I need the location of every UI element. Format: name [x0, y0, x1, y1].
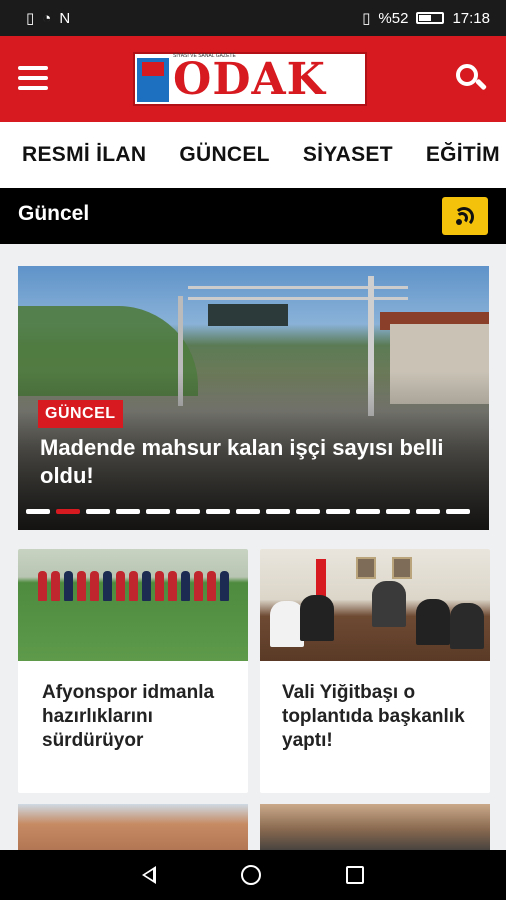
slider-dot[interactable]	[56, 509, 80, 514]
category-nav: RESMİ İLAN GÜNCEL SİYASET EĞİTİM	[0, 122, 506, 188]
slider-dot[interactable]	[326, 509, 350, 514]
hero-title[interactable]: Madende mahsur kalan işçi sayısı belli o…	[40, 434, 460, 490]
recents-square-icon[interactable]	[345, 866, 364, 884]
hero-slider[interactable]: GÜNCEL Madende mahsur kalan işçi sayısı …	[18, 266, 489, 530]
flag-emblem-icon	[137, 58, 169, 102]
sim-card-icon: ▯	[26, 10, 35, 27]
nfc-icon: N	[59, 9, 71, 27]
news-card-image[interactable]	[18, 804, 248, 854]
news-card-title[interactable]: Vali Yiğitbaşı o toplantıda başkanlık ya…	[282, 681, 472, 753]
news-card[interactable]: Vali Yiğitbaşı o toplantıda başkanlık ya…	[260, 549, 490, 793]
logo-text: ODAK	[173, 54, 326, 105]
slider-dot[interactable]	[386, 509, 410, 514]
slider-dot[interactable]	[176, 509, 200, 514]
vibrate-icon: ▯	[362, 10, 371, 27]
odak-logo[interactable]: SİYASİ VE SANAL GAZETE ODAK	[133, 52, 367, 106]
status-left-icons: ▯ ◔ N	[26, 9, 71, 28]
slider-dot[interactable]	[206, 509, 230, 514]
slider-dot[interactable]	[236, 509, 260, 514]
home-circle-icon[interactable]	[240, 865, 261, 885]
clock: 17:18	[452, 9, 490, 27]
category-resmi-ilan[interactable]: RESMİ İLAN	[22, 143, 146, 167]
news-card-title[interactable]: Afyonspor idmanla hazırlıklarını sürdürü…	[42, 681, 232, 753]
slider-dot[interactable]	[416, 509, 440, 514]
system-nav-bar	[0, 850, 506, 900]
news-card[interactable]: Afyonspor idmanla hazırlıklarını sürdürü…	[18, 549, 248, 793]
slider-dot[interactable]	[26, 509, 50, 514]
slider-dot[interactable]	[296, 509, 320, 514]
back-triangle-icon[interactable]	[142, 866, 157, 884]
news-card-image	[18, 549, 248, 661]
hero-category-badge[interactable]: GÜNCEL	[38, 400, 123, 428]
rss-icon[interactable]	[442, 197, 488, 235]
slider-dot[interactable]	[116, 509, 140, 514]
search-icon[interactable]	[456, 64, 488, 96]
hamburger-menu-icon[interactable]	[18, 66, 48, 90]
section-header: Güncel	[0, 188, 506, 244]
slider-indicator	[26, 509, 470, 514]
status-bar: ▯ ◔ N ▯ %52 17:18	[0, 0, 506, 36]
slider-dot[interactable]	[86, 509, 110, 514]
section-title: Güncel	[18, 202, 90, 225]
slider-dot[interactable]	[446, 509, 470, 514]
status-right-icons: ▯ %52 17:18	[362, 9, 490, 28]
battery-icon	[416, 12, 445, 24]
news-card-image[interactable]	[260, 804, 490, 854]
app-header: SİYASİ VE SANAL GAZETE ODAK	[0, 36, 506, 122]
wifi-icon: ◔	[42, 9, 52, 27]
slider-dot[interactable]	[266, 509, 290, 514]
slider-dot[interactable]	[146, 509, 170, 514]
category-egitim[interactable]: EĞİTİM	[426, 143, 500, 167]
battery-percent: %52	[378, 9, 409, 27]
slider-dot[interactable]	[356, 509, 380, 514]
category-siyaset[interactable]: SİYASET	[303, 143, 393, 167]
news-card-image	[260, 549, 490, 661]
category-guncel[interactable]: GÜNCEL	[179, 143, 269, 167]
